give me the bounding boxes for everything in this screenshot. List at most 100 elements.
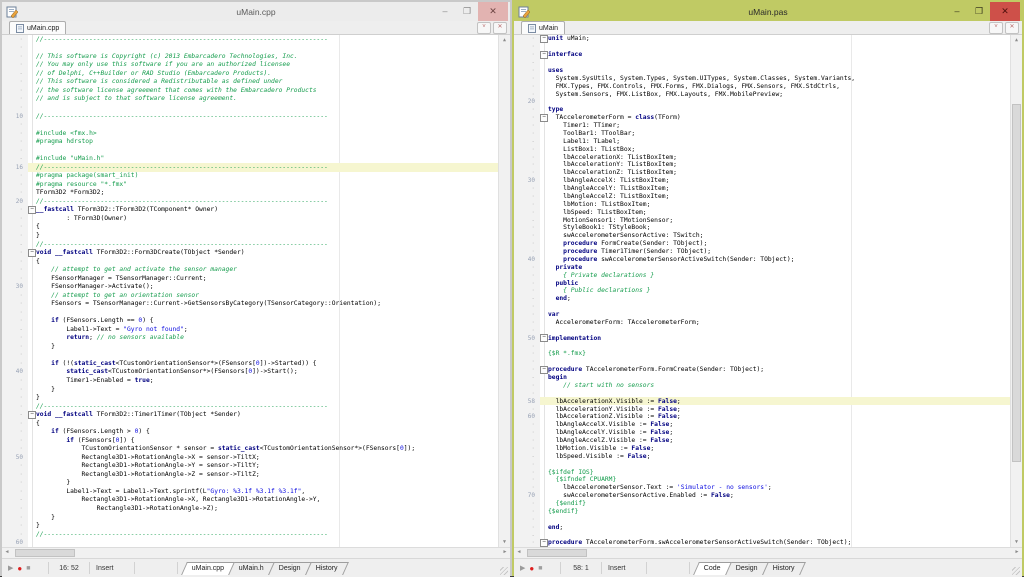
gutter-line-number[interactable]: · [514, 539, 540, 546]
gutter-line-number[interactable]: · [514, 185, 540, 192]
gutter-line-number[interactable]: - [2, 70, 28, 77]
code-line[interactable]: 40 procedure swAccelerometerSensorActive… [514, 256, 1022, 264]
titlebar[interactable]: uMain.cpp – ❐ ✕ [2, 2, 510, 21]
code-line[interactable]: · procedure FormCreate(Sender: TObject); [514, 240, 1022, 248]
gutter-line-number[interactable]: · [514, 67, 540, 74]
maximize-button[interactable]: ❐ [456, 2, 478, 21]
code-line[interactable]: ·end; [514, 523, 1022, 531]
code-line[interactable]: · return; // no sensors available [2, 334, 510, 343]
gutter-line-number[interactable]: · [2, 266, 28, 273]
code-line[interactable]: · } [2, 479, 510, 488]
gutter-line-number[interactable]: 30 [514, 177, 540, 184]
scroll-up-arrow[interactable]: ▲ [1011, 35, 1022, 45]
code-line[interactable]: · procedure Timer1Timer(Sender: TObject)… [514, 248, 1022, 256]
gutter-line-number[interactable]: · [514, 146, 540, 153]
editor-window-pas[interactable]: uMain.pas – ❐ ✕ uMain ˅ ✕ ·−unit uMain;·… [512, 0, 1024, 576]
code-line[interactable]: · } [2, 342, 510, 351]
gutter-line-number[interactable]: · [514, 508, 540, 515]
code-line[interactable]: ·−procedure TAccelerometerForm.swAcceler… [514, 539, 1022, 547]
code-line[interactable]: · lbAccelerationY: TListBoxItem; [514, 161, 1022, 169]
code-line[interactable]: 40 static_cast<TCustomOrientationSensor*… [2, 368, 510, 377]
resize-grip[interactable] [1012, 567, 1020, 575]
maximize-button[interactable]: ❐ [968, 2, 990, 21]
code-line[interactable]: -−void __fastcall TForm3D2::Timer1Timer(… [2, 410, 510, 419]
horizontal-scrollbar[interactable]: ◄ ► [2, 547, 510, 558]
gutter-line-number[interactable]: · [514, 311, 540, 318]
gutter-line-number[interactable]: - [2, 155, 28, 162]
gutter-line-number[interactable]: · [514, 83, 540, 90]
code-line[interactable]: ·− TAccelerometerForm = class(TForm) [514, 114, 1022, 122]
code-line[interactable]: · Label1->Text = Label1->Text.sprintf(L"… [2, 487, 510, 496]
vertical-scroll-thumb[interactable] [1012, 104, 1021, 462]
code-line[interactable]: · [2, 103, 510, 112]
code-line[interactable]: ·uses [514, 67, 1022, 75]
gutter-line-number[interactable]: - [514, 453, 540, 460]
gutter-line-number[interactable]: · [2, 377, 28, 384]
code-line[interactable]: 10//------------------------------------… [2, 112, 510, 121]
gutter-line-number[interactable]: 60 [514, 413, 540, 420]
code-line[interactable]: ·// This software is Copyright (c) 2013 … [2, 52, 510, 61]
code-line[interactable]: · [514, 342, 1022, 350]
gutter-line-number[interactable]: - [2, 411, 28, 418]
gutter-line-number[interactable]: · [2, 53, 28, 60]
code-line[interactable]: -//-------------------------------------… [2, 240, 510, 249]
gutter-line-number[interactable]: · [514, 476, 540, 483]
gutter-line-number[interactable]: 50 [2, 454, 28, 461]
code-line[interactable]: - lbSpeed.Visible := False; [514, 452, 1022, 460]
code-line[interactable]: ·#pragma hdrstop [2, 137, 510, 146]
code-line[interactable]: 50−implementation [514, 334, 1022, 342]
gutter-line-number[interactable]: - [514, 217, 540, 224]
code-line[interactable]: · lbAccelerationY.Visible := False; [514, 405, 1022, 413]
code-line[interactable]: 60 [2, 538, 510, 547]
code-line[interactable]: · [514, 358, 1022, 366]
code-editor[interactable]: ·//-------------------------------------… [2, 35, 510, 547]
gutter-line-number[interactable]: · [514, 406, 540, 413]
gutter-line-number[interactable]: · [2, 215, 28, 222]
code-line[interactable]: ·−void __fastcall TForm3D2::Form3DCreate… [2, 248, 510, 257]
macro-play-icon[interactable]: ▶ [8, 564, 13, 572]
bottom-tab-history[interactable]: History [762, 562, 806, 575]
gutter-line-number[interactable]: · [2, 488, 28, 495]
gutter-line-number[interactable]: · [2, 309, 28, 316]
gutter-line-number[interactable]: · [514, 390, 540, 397]
minimize-button[interactable]: – [434, 2, 456, 21]
code-line[interactable]: · Rectangle3D1->RotationAngle->Z); [2, 504, 510, 513]
code-line[interactable]: · Rectangle3D1->RotationAngle->Y = senso… [2, 462, 510, 471]
gutter-line-number[interactable]: - [514, 59, 540, 66]
gutter-line-number[interactable]: · [2, 104, 28, 111]
gutter-line-number[interactable]: 40 [514, 256, 540, 263]
gutter-line-number[interactable]: · [514, 421, 540, 428]
code-line[interactable]: ·type [514, 106, 1022, 114]
gutter-line-number[interactable]: · [2, 138, 28, 145]
code-line[interactable]: · Rectangle3D1->RotationAngle->Z = senso… [2, 470, 510, 479]
code-line[interactable]: -// of Delphi, C++Builder or RAD Studio … [2, 69, 510, 78]
fold-collapse-icon[interactable]: − [540, 334, 548, 342]
gutter-line-number[interactable]: · [514, 232, 540, 239]
gutter-line-number[interactable]: 40 [2, 368, 28, 375]
code-line[interactable]: · if (FSensors.Length == 0) { [2, 317, 510, 326]
gutter-line-number[interactable]: · [2, 479, 28, 486]
gutter-line-number[interactable]: · [514, 287, 540, 294]
gutter-line-number[interactable]: 30 [2, 283, 28, 290]
code-line[interactable]: ·{ [2, 223, 510, 232]
gutter-line-number[interactable]: · [514, 224, 540, 231]
editor-views-button[interactable]: ˅ [989, 22, 1003, 34]
code-line[interactable]: 30 FSensorManager->Activate(); [2, 282, 510, 291]
scroll-down-arrow[interactable]: ▼ [499, 537, 510, 547]
code-line[interactable]: · TCustomOrientationSensor * sensor = st… [2, 445, 510, 454]
gutter-line-number[interactable]: 70 [514, 492, 540, 499]
code-line[interactable]: · {$ifndef CPUARM} [514, 476, 1022, 484]
close-page-button[interactable]: ✕ [1005, 22, 1019, 34]
code-line[interactable]: ·#pragma package(smart_init) [2, 172, 510, 181]
gutter-line-number[interactable]: - [514, 295, 540, 302]
gutter-line-number[interactable]: · [514, 114, 540, 121]
gutter-line-number[interactable]: · [514, 161, 540, 168]
gutter-line-number[interactable]: · [514, 280, 540, 287]
code-line[interactable]: · FSensors = TSensorManager::Current->Ge… [2, 299, 510, 308]
code-line[interactable]: · [2, 44, 510, 53]
scroll-right-arrow[interactable]: ► [1012, 548, 1022, 558]
code-line[interactable]: ·//-------------------------------------… [2, 35, 510, 44]
code-line[interactable]: 60 lbAccelerationZ.Visible := False; [514, 413, 1022, 421]
horizontal-scroll-thumb[interactable] [15, 549, 75, 557]
code-line[interactable]: · [2, 308, 510, 317]
